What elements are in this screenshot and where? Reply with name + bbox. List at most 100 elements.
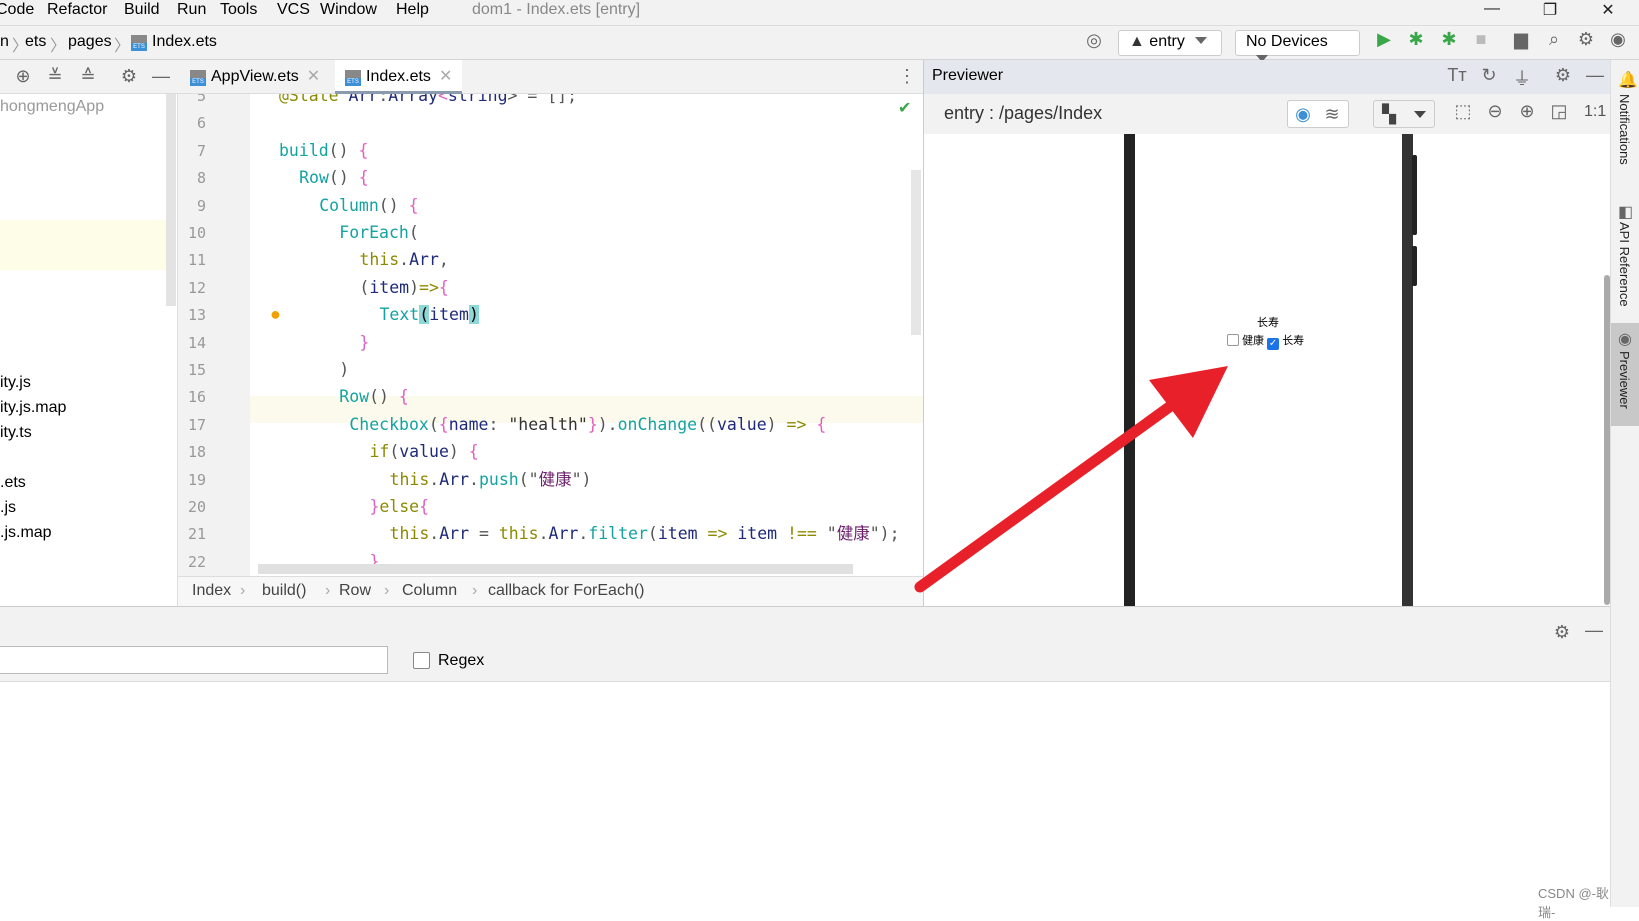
code-crumb[interactable]: callback for ForEach() [488, 582, 645, 600]
restore-button[interactable]: ❐ [1530, 0, 1570, 25]
locate-icon[interactable]: ⊕ [11, 66, 35, 87]
tab-index[interactable]: ETS Index.ets ✕ [335, 60, 463, 94]
code-line[interactable]: Text(item) [380, 301, 479, 328]
target-icon[interactable]: ◎ [1082, 30, 1106, 51]
previewer-side-tab[interactable]: ◉ Previewer [1611, 323, 1639, 426]
hide-icon[interactable]: — [1582, 620, 1606, 641]
search-icon[interactable]: ⌕ [1542, 29, 1566, 50]
hide-icon[interactable]: — [1583, 65, 1607, 86]
scrollbar[interactable] [1604, 275, 1610, 605]
actual-size-button[interactable]: 1:1 [1584, 103, 1606, 121]
menu-help[interactable]: Help [396, 1, 429, 19]
account-icon[interactable]: ◉ [1606, 29, 1630, 50]
code-line[interactable]: if(value) { [369, 438, 478, 465]
stop-icon[interactable]: ■ [1469, 29, 1493, 50]
layers-icon[interactable]: ≋ [1320, 104, 1344, 125]
menu-vcs[interactable]: VCS [277, 1, 310, 19]
code-line[interactable]: }else{ [369, 493, 429, 520]
find-input[interactable] [0, 646, 388, 674]
menu-code[interactable]: Code [0, 1, 34, 19]
menu-run[interactable]: Run [177, 1, 206, 19]
code-editor[interactable]: 5 @State Arr:Array<string> = []; 6 7 build()… [178, 94, 923, 576]
close-tab-icon[interactable]: ✕ [439, 68, 452, 85]
settings-icon[interactable]: ⚙ [1551, 65, 1575, 86]
horizontal-scrollbar[interactable] [258, 564, 853, 574]
tab-appview[interactable]: ETS AppView.ets ✕ [180, 60, 330, 94]
previewer-header: Previewer Tт ↻ ⏚ ⚙ — [924, 60, 1611, 94]
code-crumb[interactable]: Row [339, 582, 371, 600]
notifications-tab[interactable]: Notifications [1617, 94, 1632, 165]
code-line[interactable]: } [359, 329, 369, 356]
code-line[interactable]: Row() { [339, 383, 409, 410]
code-line[interactable]: ) [339, 356, 349, 383]
layout-select[interactable]: ▚ [1373, 100, 1435, 128]
code-line[interactable]: this.Arr, [359, 246, 448, 273]
fit-icon[interactable]: ⬚ [1451, 101, 1475, 122]
code-line[interactable]: this.Arr.push("健康") [390, 466, 592, 493]
zoom-in-icon[interactable]: ⊕ [1515, 101, 1539, 122]
code-line[interactable]: Column() { [319, 192, 418, 219]
module-select[interactable]: ▲ entry [1118, 30, 1222, 56]
checkbox-longevity[interactable]: ✓ [1267, 338, 1280, 350]
font-size-icon[interactable]: Tт [1445, 65, 1469, 86]
refresh-icon[interactable]: ↻ [1477, 65, 1501, 86]
device-select[interactable]: No Devices [1235, 30, 1360, 62]
tree-item[interactable]: ity.ts [0, 424, 32, 442]
api-reference-tab[interactable]: API Reference [1617, 222, 1632, 307]
fullscreen-icon[interactable]: ◲ [1547, 101, 1571, 122]
tree-item[interactable]: .js.map [0, 524, 52, 542]
lightbulb-icon[interactable]: ● [270, 304, 281, 325]
settings-icon[interactable]: ⚙ [1550, 622, 1574, 643]
regex-checkbox[interactable] [413, 652, 430, 669]
code-token: ) [766, 414, 787, 434]
more-icon[interactable]: ⋮ [895, 66, 919, 87]
close-button[interactable]: ✕ [1588, 0, 1628, 25]
project-structure-icon[interactable]: ▆ [1509, 29, 1533, 50]
code-line[interactable]: @State Arr:Array<string> = []; [279, 94, 577, 109]
tree-root[interactable]: hongmengApp [0, 98, 104, 116]
collapse-all-icon[interactable]: ≙ [76, 66, 100, 87]
breadcrumb-item[interactable]: ETS Index.ets [131, 33, 217, 51]
code-line[interactable]: Checkbox({name: "health"}).onChange((val… [349, 411, 826, 438]
debug-icon[interactable]: ✱ [1404, 29, 1428, 50]
menu-tools[interactable]: Tools [220, 1, 257, 19]
breadcrumb-item[interactable]: n [0, 33, 9, 51]
menu-window[interactable]: Window [320, 1, 377, 19]
code-token: . [399, 250, 410, 270]
close-tab-icon[interactable]: ✕ [307, 68, 320, 85]
tree-item[interactable]: ity.js [0, 374, 31, 392]
code-token: { [408, 195, 419, 215]
plug-icon[interactable]: ⏚ [1510, 65, 1534, 91]
vertical-scrollbar[interactable] [911, 170, 921, 335]
zoom-out-icon[interactable]: ⊖ [1483, 101, 1507, 122]
tree-item[interactable]: .js [0, 499, 16, 517]
minimize-button[interactable]: — [1472, 0, 1512, 25]
code-line[interactable]: ForEach( [339, 219, 418, 246]
code-token: { [419, 497, 430, 516]
code-token: { [358, 140, 369, 160]
code-crumb[interactable]: Index [192, 582, 231, 600]
code-token: () [328, 168, 359, 188]
breadcrumb-item[interactable]: pages [68, 33, 112, 51]
code-line[interactable]: (item)=>{ [359, 274, 448, 301]
code-token: ( [359, 277, 370, 297]
gear-icon[interactable]: ⚙ [1574, 29, 1598, 50]
expand-all-icon[interactable]: ≚ [43, 66, 67, 87]
code-line[interactable]: build() { [279, 137, 368, 164]
attach-debugger-icon[interactable]: ✱ [1437, 29, 1461, 50]
inspector-icon[interactable]: ◉ [1291, 104, 1315, 125]
code-line[interactable]: Row() { [299, 164, 369, 191]
settings-icon[interactable]: ⚙ [117, 66, 141, 87]
code-line[interactable]: this.Arr = this.Arr.filter(item => item … [390, 520, 900, 547]
menu-refactor[interactable]: Refactor [47, 1, 107, 19]
tree-item[interactable]: ity.js.map [0, 399, 66, 417]
code-token: = [469, 524, 499, 544]
code-crumb[interactable]: build() [262, 582, 306, 600]
code-crumb[interactable]: Column [402, 582, 457, 600]
breadcrumb-item[interactable]: ets [25, 33, 46, 51]
menu-build[interactable]: Build [124, 1, 160, 19]
hide-icon[interactable]: — [149, 66, 173, 87]
tree-item[interactable]: .ets [0, 474, 26, 492]
code-token: item [737, 524, 778, 544]
run-icon[interactable]: ▶ [1372, 29, 1396, 50]
